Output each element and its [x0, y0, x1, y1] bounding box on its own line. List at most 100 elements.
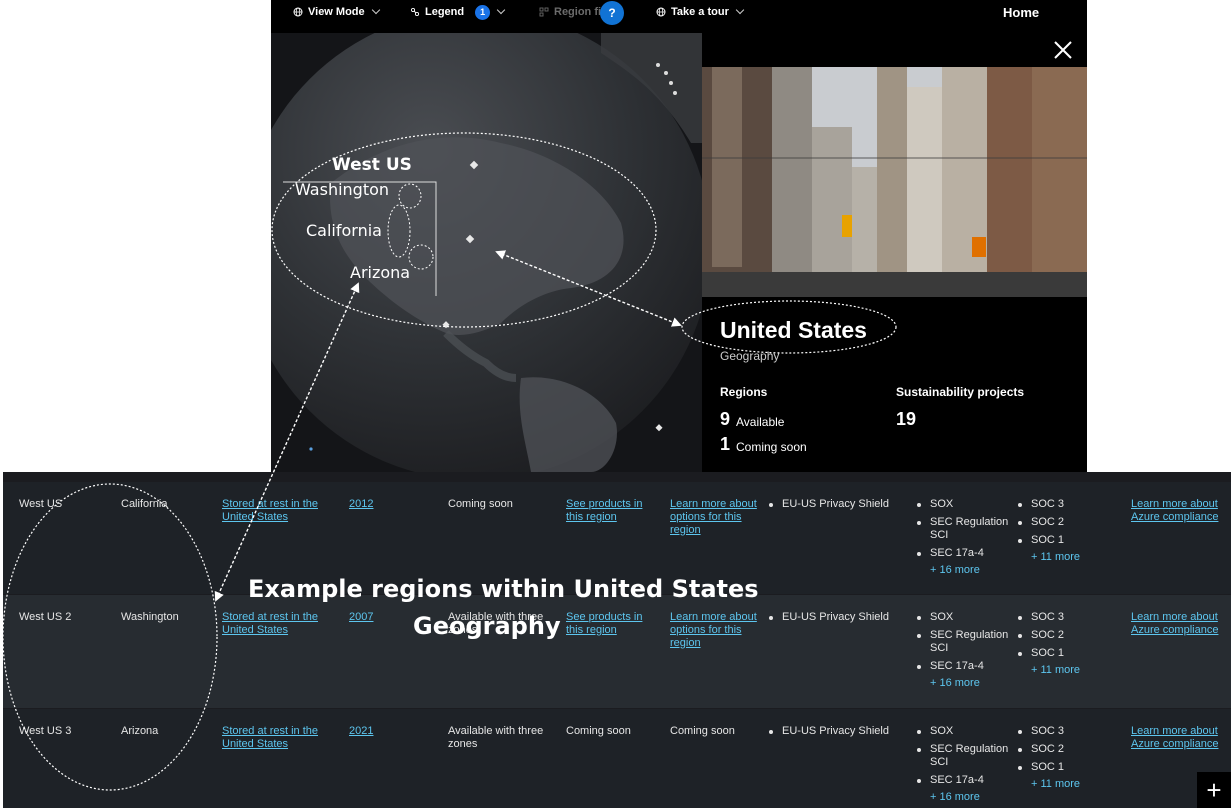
region-marker[interactable]: [664, 71, 668, 75]
help-badge[interactable]: ?: [600, 1, 624, 25]
compliance-list-b: SOC 3 SOC 2 SOC 1 + 11 more: [1018, 498, 1113, 564]
globe-graphic: [271, 33, 702, 472]
washington-annotation: Washington: [295, 180, 390, 199]
compliance-item: SEC Regulation SCI: [917, 629, 1012, 655]
view-mode-menu[interactable]: View Mode: [293, 5, 380, 19]
more-compliance-button[interactable]: + 16 more: [917, 677, 1012, 690]
compliance-item: SOX: [917, 725, 1012, 738]
geography-subtitle: Geography: [720, 349, 780, 363]
regions-label: Regions: [720, 385, 768, 399]
available-text: Available: [736, 415, 785, 429]
expand-button[interactable]: +: [1197, 772, 1231, 808]
products-status: Coming soon: [566, 725, 631, 737]
compliance-list-a: SOX SEC Regulation SCI SEC 17a-4 + 16 mo…: [917, 725, 1012, 804]
privacy-list: EU-US Privacy Shield: [769, 725, 899, 743]
state-name: Arizona: [121, 725, 159, 737]
compliance-item: SOC 1: [1018, 534, 1113, 547]
caption-line-2: Geography: [413, 612, 561, 640]
west-us-annotation: West US: [332, 155, 412, 175]
filter-icon: [539, 7, 549, 17]
compliance-item: SOC 2: [1018, 743, 1113, 756]
options-status: Coming soon: [670, 725, 735, 737]
legend-count-badge: 1: [475, 4, 491, 20]
more-compliance-button[interactable]: + 11 more: [1018, 664, 1113, 677]
sustainability-label: Sustainability projects: [896, 385, 1025, 399]
california-annotation: California: [306, 221, 382, 240]
year-link[interactable]: 2021: [349, 725, 373, 738]
region-name: West US 2: [19, 611, 72, 623]
azure-compliance-link[interactable]: Learn more about Azure compliance: [1131, 611, 1221, 637]
chevron-down-icon: [735, 5, 745, 15]
state-name: California: [121, 498, 168, 510]
top-toolbar: View Mode Legend 1 Region filt ? Take a …: [271, 0, 1087, 33]
table-row: West US 2 Washington Stored at rest in t…: [3, 595, 1231, 708]
compliance-item: SOC 3: [1018, 498, 1113, 511]
products-link[interactable]: See products in this region: [566, 498, 654, 524]
city-street-photo: [702, 67, 1087, 297]
more-compliance-button[interactable]: + 11 more: [1018, 778, 1113, 791]
data-residency-link[interactable]: Stored at rest in the United States: [222, 725, 332, 751]
region-marker[interactable]: [673, 91, 677, 95]
available-count: 9: [720, 409, 731, 429]
compliance-item: SEC 17a-4: [917, 660, 1012, 673]
compliance-item: SOC 1: [1018, 761, 1113, 774]
geography-detail-panel: United States Geography Regions 9 Availa…: [702, 33, 1087, 472]
compliance-item: SOC 1: [1018, 647, 1113, 660]
options-link[interactable]: Learn more about options for this region: [670, 611, 762, 650]
table-row: West US 3 Arizona Stored at rest in the …: [3, 709, 1231, 808]
availability-zones: Coming soon: [448, 498, 513, 510]
compliance-list-b: SOC 3 SOC 2 SOC 1 + 11 more: [1018, 725, 1113, 791]
geography-title: United States: [720, 317, 867, 343]
privacy-list: EU-US Privacy Shield: [769, 611, 899, 629]
compliance-item: SOC 2: [1018, 516, 1113, 529]
legend-menu[interactable]: Legend 1: [410, 4, 506, 20]
availability-zones: Available with three zones: [448, 725, 544, 750]
compliance-item: SOC 3: [1018, 725, 1113, 738]
compliance-list-a: SOX SEC Regulation SCI SEC 17a-4 + 16 mo…: [917, 498, 1012, 577]
coming-soon-text: Coming soon: [736, 440, 807, 454]
globe-map[interactable]: [271, 33, 702, 472]
legend-label: Legend: [425, 6, 465, 18]
compliance-item: SOX: [917, 498, 1012, 511]
legend-icon: [410, 7, 420, 17]
azure-compliance-link[interactable]: Learn more about Azure compliance: [1131, 498, 1221, 524]
products-link[interactable]: See products in this region: [566, 611, 654, 637]
more-compliance-button[interactable]: + 16 more: [917, 564, 1012, 577]
view-mode-label: View Mode: [308, 6, 365, 18]
more-compliance-button[interactable]: + 11 more: [1018, 551, 1113, 564]
take-a-tour-label: Take a tour: [671, 6, 729, 18]
sustainability-count: 19: [896, 409, 917, 429]
compliance-item: SEC Regulation SCI: [917, 743, 1012, 769]
home-link[interactable]: Home: [1003, 5, 1039, 20]
compliance-item: SEC 17a-4: [917, 774, 1012, 787]
region-marker[interactable]: [669, 81, 673, 85]
arizona-annotation: Arizona: [350, 263, 411, 282]
privacy-item: EU-US Privacy Shield: [769, 611, 899, 624]
compliance-item: SEC Regulation SCI: [917, 516, 1012, 542]
privacy-item: EU-US Privacy Shield: [769, 725, 899, 738]
azure-compliance-link[interactable]: Learn more about Azure compliance: [1131, 725, 1221, 751]
region-name: West US 3: [19, 725, 72, 737]
year-link[interactable]: 2007: [349, 611, 373, 624]
globe-icon: [656, 7, 666, 17]
region-filter-menu[interactable]: Region filt: [539, 5, 608, 19]
compliance-list-a: SOX SEC Regulation SCI SEC 17a-4 + 16 mo…: [917, 611, 1012, 690]
region-explorer-app: View Mode Legend 1 Region filt ? Take a …: [271, 0, 1087, 472]
regions-table: West US California Stored at rest in the…: [3, 472, 1231, 808]
data-residency-link[interactable]: Stored at rest in the United States: [222, 611, 332, 637]
globe-icon: [293, 7, 303, 17]
compliance-item: SOX: [917, 611, 1012, 624]
options-link[interactable]: Learn more about options for this region: [670, 498, 762, 537]
privacy-list: EU-US Privacy Shield: [769, 498, 899, 516]
state-name: Washington: [121, 611, 179, 623]
take-a-tour-menu[interactable]: Take a tour: [656, 5, 745, 19]
year-link[interactable]: 2012: [349, 498, 373, 511]
data-residency-link[interactable]: Stored at rest in the United States: [222, 498, 332, 524]
compliance-item: SOC 3: [1018, 611, 1113, 624]
region-marker[interactable]: [309, 447, 313, 451]
more-compliance-button[interactable]: + 16 more: [917, 791, 1012, 804]
compliance-item: SEC 17a-4: [917, 547, 1012, 560]
close-icon[interactable]: [1052, 39, 1074, 61]
region-marker[interactable]: [656, 63, 660, 67]
privacy-item: EU-US Privacy Shield: [769, 498, 899, 511]
